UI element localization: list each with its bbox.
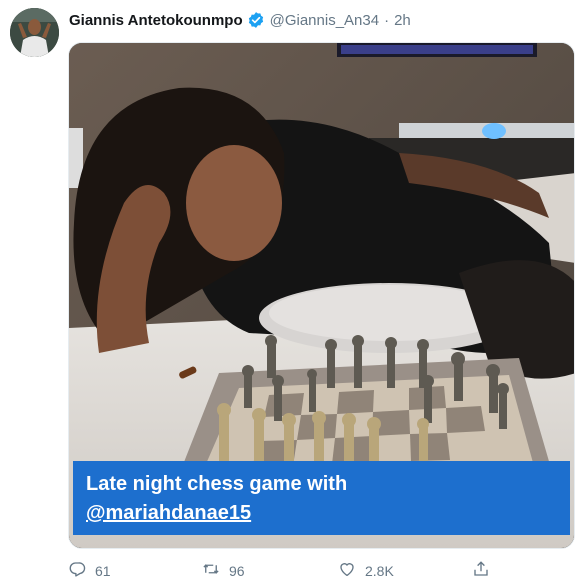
retweet-button[interactable]: 96 <box>202 560 245 581</box>
verified-badge-icon <box>247 11 265 29</box>
share-button[interactable] <box>472 560 499 581</box>
author-avatar[interactable] <box>10 8 59 57</box>
author-handle[interactable]: @Giannis_An34 <box>270 12 379 29</box>
retweet-icon <box>202 560 229 581</box>
like-button[interactable]: 2.8K <box>338 560 394 581</box>
separator-dot: · <box>384 11 390 29</box>
retweet-count: 96 <box>229 562 245 579</box>
caption-text: Late night chess game with <box>86 473 348 495</box>
reply-count: 61 <box>95 562 111 579</box>
author-name[interactable]: Giannis Antetokounmpo <box>69 12 243 29</box>
tweet-header: Giannis Antetokounmpo @Giannis_An34 · 2h <box>69 10 411 30</box>
tweet-photo[interactable]: Late night chess game with @mariahdanae1… <box>68 42 575 549</box>
heart-icon <box>338 560 365 581</box>
reply-icon <box>68 560 95 581</box>
tweet-actions: 61 96 2.8K <box>68 560 575 580</box>
share-icon <box>472 560 499 581</box>
photo-caption: Late night chess game with @mariahdanae1… <box>73 461 570 535</box>
reply-button[interactable]: 61 <box>68 560 111 581</box>
like-count: 2.8K <box>365 562 394 579</box>
tweet-timestamp[interactable]: 2h <box>394 12 411 29</box>
caption-mention-link[interactable]: @mariahdanae15 <box>86 499 557 528</box>
